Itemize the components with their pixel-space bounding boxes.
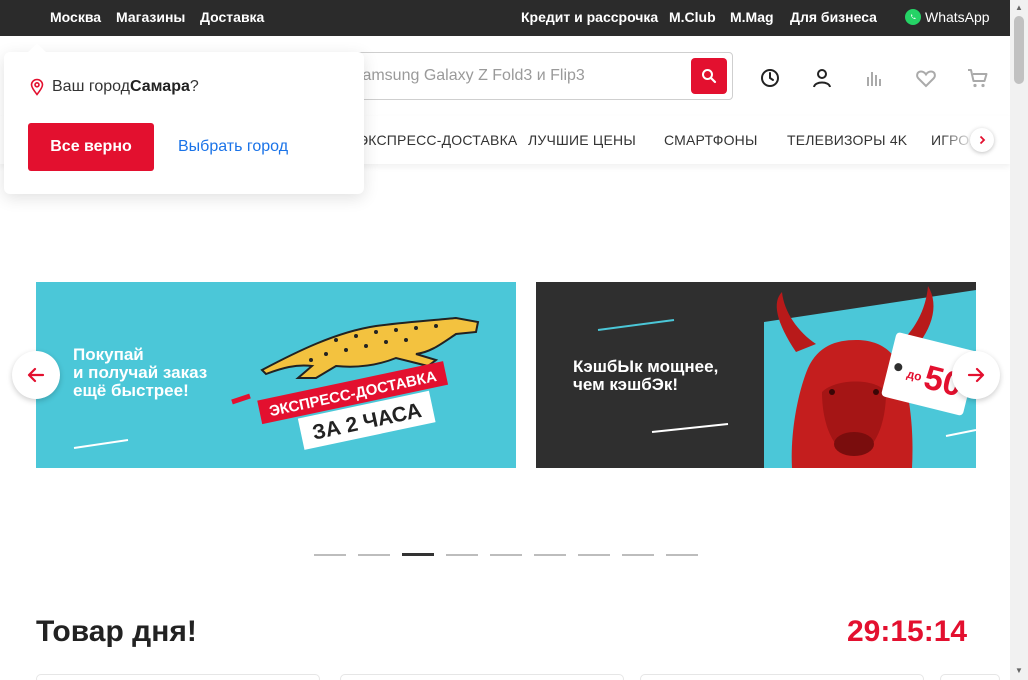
arrow-left-icon: [27, 367, 45, 383]
search-input[interactable]: ь Samsung Galaxy Z Fold3 и Flip3: [331, 67, 585, 85]
whatsapp-icon: [905, 9, 921, 25]
nav-next-button[interactable]: [970, 128, 994, 152]
delivery-link[interactable]: Доставка: [200, 9, 264, 25]
carousel-dot[interactable]: [622, 554, 654, 556]
carousel-prev-button[interactable]: [12, 351, 60, 399]
confirm-city-button[interactable]: Все верно: [28, 123, 154, 171]
cart-icon[interactable]: [966, 66, 990, 90]
product-card[interactable]: [340, 674, 624, 680]
city-link[interactable]: Москва: [50, 9, 101, 25]
whatsapp-link[interactable]: WhatsApp: [905, 9, 990, 25]
city-confirm-popup: Ваш город Самара? Все верно Выбрать горо…: [4, 43, 364, 194]
city-name: Самара: [130, 78, 190, 95]
nav-item-express[interactable]: ЭКСПРЕСС-ДОСТАВКА: [358, 132, 517, 148]
stores-link[interactable]: Магазины: [116, 9, 185, 25]
mclub-link[interactable]: M.Club: [669, 9, 716, 25]
banner-express-delivery[interactable]: Покупай и получай заказ ещё быстрее! ЭКС…: [36, 282, 516, 468]
scrollbar-thumb[interactable]: [1014, 16, 1024, 84]
nav-item-best-prices[interactable]: ЛУЧШИЕ ЦЕНЫ: [528, 132, 636, 148]
carousel-dot[interactable]: [534, 554, 566, 556]
page: Москва Магазины Доставка Кредит и рассро…: [0, 0, 1028, 680]
arrow-right-icon: [967, 367, 985, 383]
search-bar[interactable]: ь Samsung Galaxy Z Fold3 и Flip3: [330, 52, 733, 100]
nav-item-smartphones[interactable]: СМАРТФОНЫ: [664, 132, 758, 148]
chevron-right-icon: [979, 135, 986, 145]
carousel-dot[interactable]: [446, 554, 478, 556]
location-pin-icon: [30, 78, 44, 96]
scroll-up-icon[interactable]: ▲: [1014, 3, 1024, 13]
search-icon: [702, 69, 717, 84]
city-question: Ваш город Самара?: [28, 78, 199, 96]
product-card[interactable]: [36, 674, 320, 680]
nav-item-tv[interactable]: ТЕЛЕВИЗОРЫ 4K: [787, 132, 907, 148]
cheetah-illustration: ЭКСПРЕСС-ДОСТАВКА ЗА 2 ЧАСА: [73, 316, 480, 450]
history-icon[interactable]: [758, 66, 782, 90]
carousel-dot[interactable]: [358, 554, 390, 556]
product-card[interactable]: [940, 674, 1000, 680]
business-link[interactable]: Для бизнеса: [790, 9, 877, 25]
carousel-dot[interactable]: [666, 554, 698, 556]
popup-arrow: [27, 43, 47, 63]
carousel-next-button[interactable]: [952, 351, 1000, 399]
banner-cashback[interactable]: до 50 КэшбЫк мощнее, чем кэшбЭк!: [536, 282, 976, 468]
question-suffix: ?: [189, 78, 199, 95]
top-bar: Москва Магазины Доставка Кредит и рассро…: [0, 0, 1010, 36]
user-icon[interactable]: [810, 66, 834, 90]
carousel-dot[interactable]: [490, 554, 522, 556]
scroll-down-icon[interactable]: ▼: [1014, 666, 1024, 676]
search-button[interactable]: [691, 58, 727, 94]
product-card[interactable]: [640, 674, 924, 680]
deal-of-day-title: Товар дня!: [36, 615, 197, 648]
deal-countdown-timer: 29:15:14: [847, 615, 968, 648]
mmag-link[interactable]: M.Mag: [730, 9, 774, 25]
banner-2-text: КэшбЫк мощнее, чем кэшбЭк!: [573, 357, 719, 394]
whatsapp-label: WhatsApp: [925, 9, 990, 25]
credit-link[interactable]: Кредит и рассрочка: [521, 9, 658, 25]
page-scrollbar[interactable]: ▲ ▼: [1010, 0, 1028, 680]
choose-city-link[interactable]: Выбрать город: [178, 138, 288, 156]
carousel-dot[interactable]: [578, 554, 610, 556]
heart-icon[interactable]: [914, 66, 938, 90]
compare-icon[interactable]: [862, 66, 886, 90]
carousel-dot[interactable]: [314, 554, 346, 556]
question-prefix: Ваш город: [52, 78, 131, 95]
carousel-dot-active[interactable]: [402, 553, 434, 556]
